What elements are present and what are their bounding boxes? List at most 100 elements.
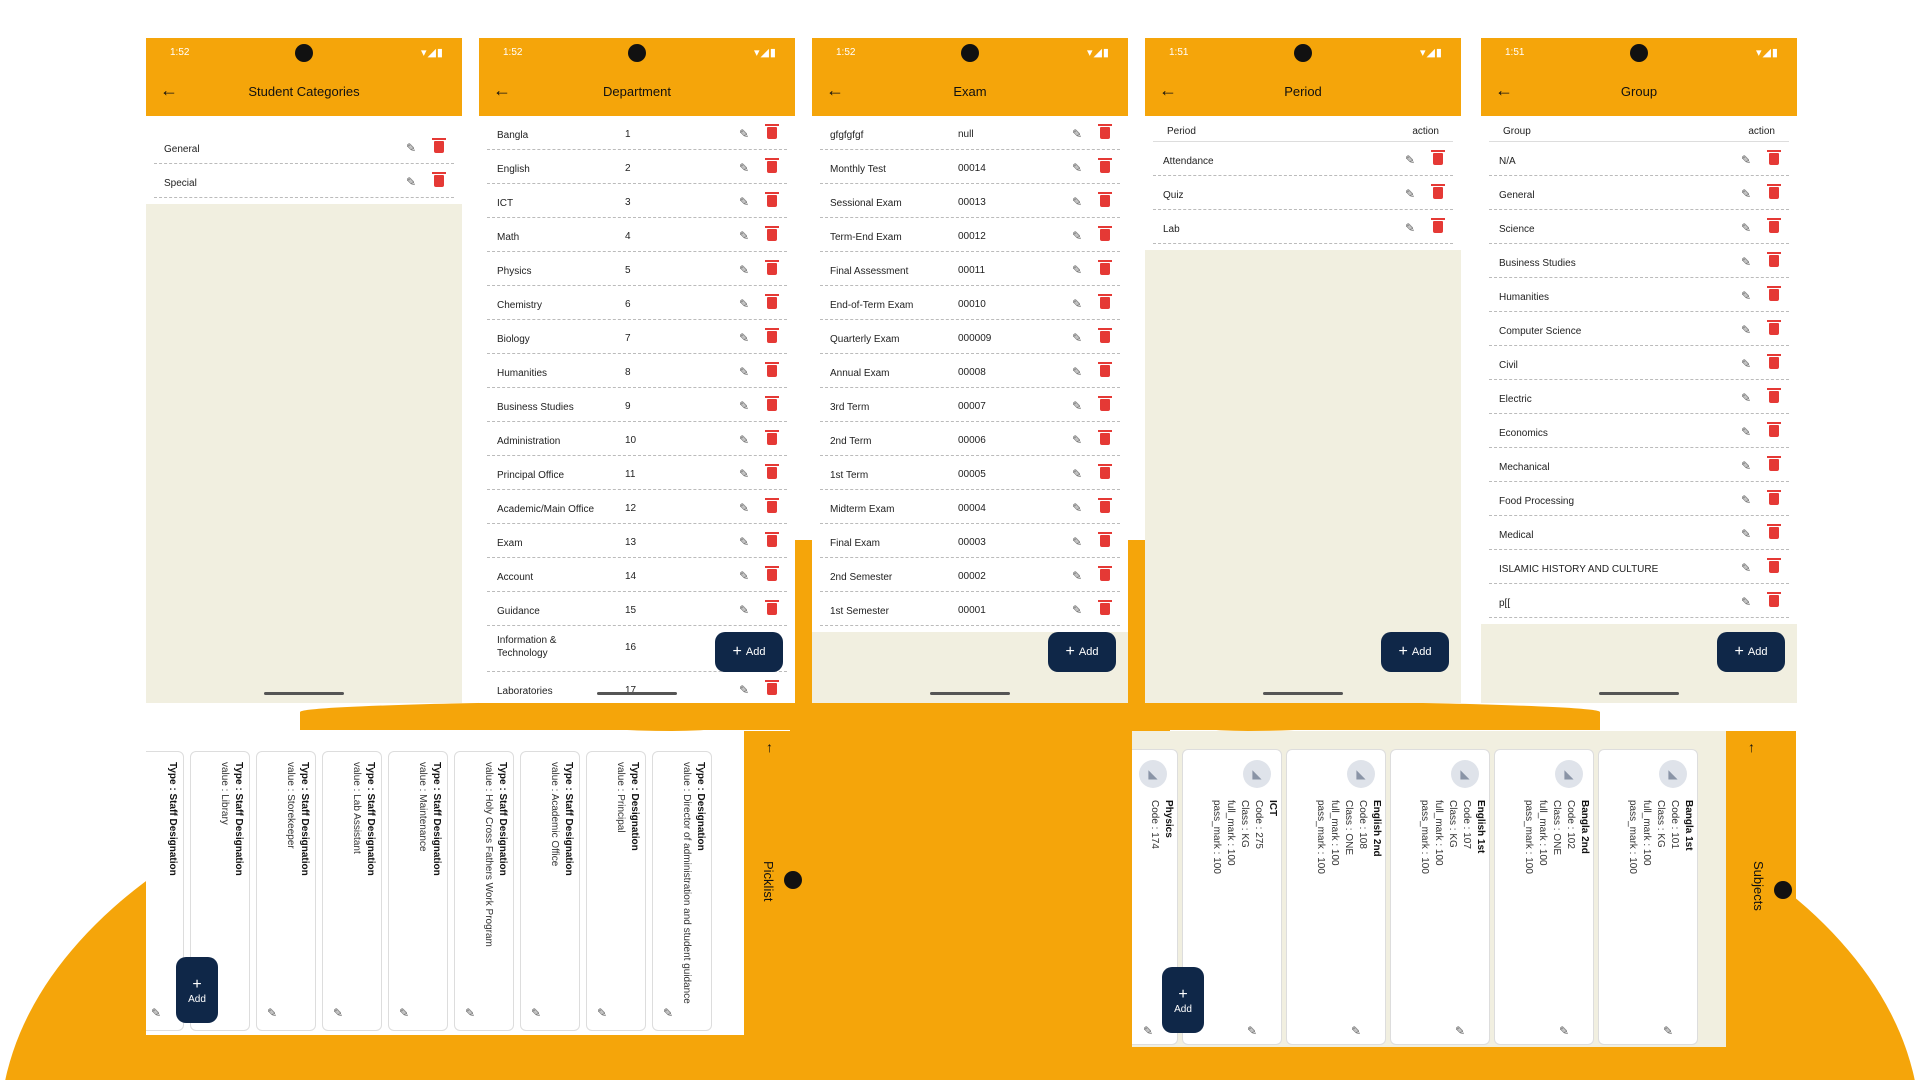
delete-icon[interactable] xyxy=(1767,558,1781,573)
edit-icon[interactable]: ✎ xyxy=(1559,1024,1569,1038)
delete-icon[interactable] xyxy=(765,498,779,513)
delete-icon[interactable] xyxy=(1098,260,1112,275)
delete-icon[interactable] xyxy=(1098,192,1112,207)
delete-icon[interactable] xyxy=(765,464,779,479)
edit-icon[interactable]: ✎ xyxy=(739,161,749,175)
edit-icon[interactable]: ✎ xyxy=(1405,187,1415,201)
delete-icon[interactable] xyxy=(1767,456,1781,471)
delete-icon[interactable] xyxy=(765,124,779,139)
edit-icon[interactable]: ✎ xyxy=(597,1006,607,1020)
edit-icon[interactable]: ✎ xyxy=(1741,323,1751,337)
edit-icon[interactable]: ✎ xyxy=(1072,161,1082,175)
edit-icon[interactable]: ✎ xyxy=(333,1006,343,1020)
delete-icon[interactable] xyxy=(1767,354,1781,369)
edit-icon[interactable]: ✎ xyxy=(1072,263,1082,277)
back-arrow-icon[interactable]: ↑ xyxy=(1748,739,1755,755)
edit-icon[interactable]: ✎ xyxy=(1072,365,1082,379)
delete-icon[interactable] xyxy=(1431,150,1445,165)
delete-icon[interactable] xyxy=(1767,252,1781,267)
edit-icon[interactable]: ✎ xyxy=(1741,425,1751,439)
delete-icon[interactable] xyxy=(1098,430,1112,445)
delete-icon[interactable] xyxy=(765,362,779,377)
delete-icon[interactable] xyxy=(1431,184,1445,199)
edit-icon[interactable]: ✎ xyxy=(739,229,749,243)
delete-icon[interactable] xyxy=(765,260,779,275)
delete-icon[interactable] xyxy=(765,226,779,241)
edit-icon[interactable]: ✎ xyxy=(739,535,749,549)
edit-icon[interactable]: ✎ xyxy=(663,1006,673,1020)
add-button[interactable]: + Add xyxy=(715,632,783,672)
add-button[interactable]: + Add xyxy=(1381,632,1449,672)
delete-icon[interactable] xyxy=(1098,294,1112,309)
edit-icon[interactable]: ✎ xyxy=(739,467,749,481)
edit-icon[interactable]: ✎ xyxy=(1351,1024,1361,1038)
edit-icon[interactable]: ✎ xyxy=(1741,527,1751,541)
edit-icon[interactable]: ✎ xyxy=(1741,391,1751,405)
edit-icon[interactable]: ✎ xyxy=(1072,229,1082,243)
delete-icon[interactable] xyxy=(765,600,779,615)
delete-icon[interactable] xyxy=(1098,566,1112,581)
delete-icon[interactable] xyxy=(1098,396,1112,411)
edit-icon[interactable]: ✎ xyxy=(1455,1024,1465,1038)
edit-icon[interactable]: ✎ xyxy=(1741,357,1751,371)
add-button[interactable]: + Add xyxy=(1717,632,1785,672)
delete-icon[interactable] xyxy=(765,396,779,411)
delete-icon[interactable] xyxy=(765,158,779,173)
edit-icon[interactable]: ✎ xyxy=(267,1006,277,1020)
delete-icon[interactable] xyxy=(1098,124,1112,139)
edit-icon[interactable]: ✎ xyxy=(1741,459,1751,473)
edit-icon[interactable]: ✎ xyxy=(1072,603,1082,617)
edit-icon[interactable]: ✎ xyxy=(531,1006,541,1020)
add-button[interactable]: + Add xyxy=(1048,632,1116,672)
edit-icon[interactable]: ✎ xyxy=(739,127,749,141)
delete-icon[interactable] xyxy=(1767,388,1781,403)
edit-icon[interactable]: ✎ xyxy=(739,433,749,447)
delete-icon[interactable] xyxy=(432,138,446,153)
edit-icon[interactable]: ✎ xyxy=(1072,297,1082,311)
delete-icon[interactable] xyxy=(1767,592,1781,607)
delete-icon[interactable] xyxy=(1098,600,1112,615)
add-button[interactable]: + Add xyxy=(1162,967,1204,1033)
edit-icon[interactable]: ✎ xyxy=(1143,1024,1153,1038)
edit-icon[interactable]: ✎ xyxy=(1741,221,1751,235)
edit-icon[interactable]: ✎ xyxy=(1072,535,1082,549)
delete-icon[interactable] xyxy=(1767,422,1781,437)
delete-icon[interactable] xyxy=(1767,490,1781,505)
edit-icon[interactable]: ✎ xyxy=(1663,1024,1673,1038)
delete-icon[interactable] xyxy=(1767,524,1781,539)
edit-icon[interactable]: ✎ xyxy=(739,331,749,345)
delete-icon[interactable] xyxy=(1098,532,1112,547)
delete-icon[interactable] xyxy=(1767,150,1781,165)
delete-icon[interactable] xyxy=(1098,158,1112,173)
delete-icon[interactable] xyxy=(765,294,779,309)
add-button[interactable]: + Add xyxy=(176,957,218,1023)
delete-icon[interactable] xyxy=(1098,226,1112,241)
delete-icon[interactable] xyxy=(765,680,779,695)
edit-icon[interactable]: ✎ xyxy=(399,1006,409,1020)
delete-icon[interactable] xyxy=(765,566,779,581)
edit-icon[interactable]: ✎ xyxy=(406,175,416,189)
edit-icon[interactable]: ✎ xyxy=(1741,289,1751,303)
edit-icon[interactable]: ✎ xyxy=(1741,595,1751,609)
delete-icon[interactable] xyxy=(1098,362,1112,377)
edit-icon[interactable]: ✎ xyxy=(1405,221,1415,235)
edit-icon[interactable]: ✎ xyxy=(1072,195,1082,209)
edit-icon[interactable]: ✎ xyxy=(1741,255,1751,269)
back-arrow-icon[interactable]: ↑ xyxy=(766,739,773,755)
edit-icon[interactable]: ✎ xyxy=(739,195,749,209)
edit-icon[interactable]: ✎ xyxy=(1072,127,1082,141)
edit-icon[interactable]: ✎ xyxy=(739,297,749,311)
edit-icon[interactable]: ✎ xyxy=(1072,501,1082,515)
edit-icon[interactable]: ✎ xyxy=(739,603,749,617)
edit-icon[interactable]: ✎ xyxy=(1741,561,1751,575)
edit-icon[interactable]: ✎ xyxy=(1741,493,1751,507)
delete-icon[interactable] xyxy=(1431,218,1445,233)
delete-icon[interactable] xyxy=(765,328,779,343)
edit-icon[interactable]: ✎ xyxy=(739,399,749,413)
delete-icon[interactable] xyxy=(1098,464,1112,479)
delete-icon[interactable] xyxy=(765,192,779,207)
edit-icon[interactable]: ✎ xyxy=(1072,399,1082,413)
edit-icon[interactable]: ✎ xyxy=(1741,153,1751,167)
edit-icon[interactable]: ✎ xyxy=(739,683,749,697)
delete-icon[interactable] xyxy=(765,532,779,547)
